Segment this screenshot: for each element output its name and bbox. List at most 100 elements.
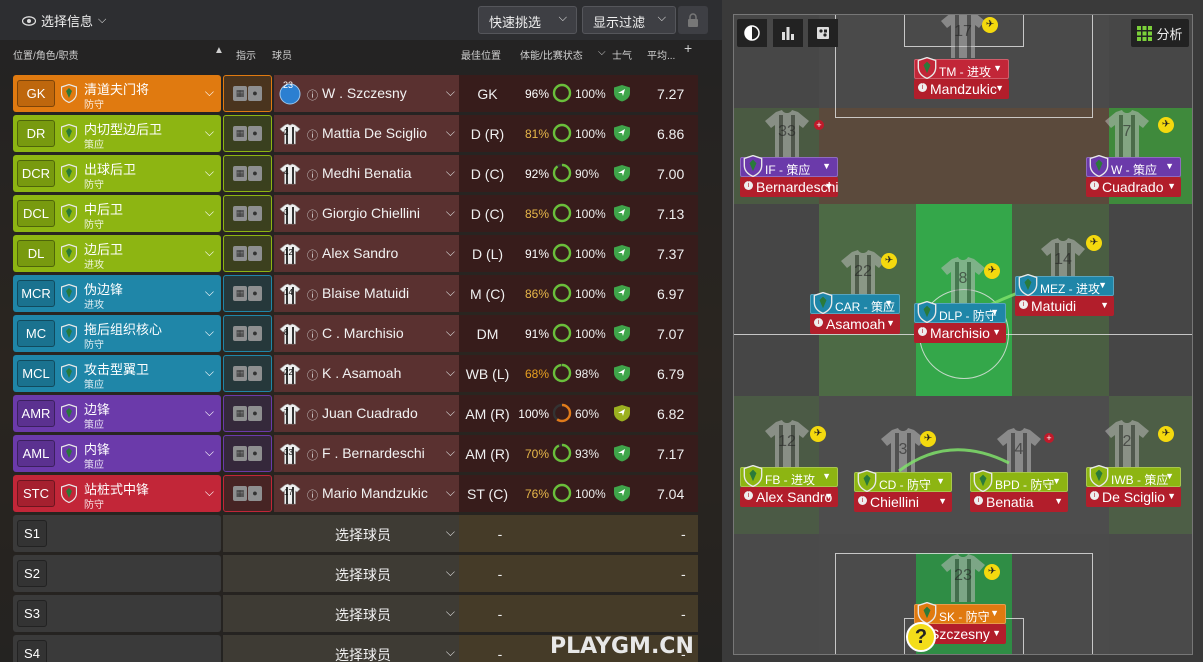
- analysis-button[interactable]: 分析: [1131, 19, 1189, 47]
- player-instructions-button[interactable]: ▦ ●: [223, 275, 272, 312]
- info-icon[interactable]: i: [744, 491, 753, 500]
- select-player-dropdown[interactable]: 选择球员 ⌵: [223, 635, 459, 662]
- pitch-player-selector[interactable]: i Marchisio ▼: [914, 323, 1006, 343]
- pitch-player-card[interactable]: IWB - 策应 ▼ i De Sciglio ▼: [1086, 464, 1181, 507]
- col-position[interactable]: 位置/角色/职责: [13, 47, 79, 62]
- player-selector[interactable]: 14 ⓘ Blaise Matuidi ⌵: [274, 275, 459, 312]
- lock-button[interactable]: [678, 6, 708, 34]
- role-selector[interactable]: DR 内切型边后卫 策应 ⌵: [13, 115, 221, 152]
- info-icon[interactable]: i: [814, 318, 823, 327]
- col-player[interactable]: 球员: [272, 47, 292, 62]
- select-info-button[interactable]: 选择信息 ⌵: [22, 11, 106, 30]
- role-selector[interactable]: MC 拖后组织核心 防守 ⌵: [13, 315, 221, 352]
- add-column-icon[interactable]: +: [684, 40, 692, 56]
- board-view-button[interactable]: [808, 19, 838, 47]
- col-condition[interactable]: 体能/比赛状态: [520, 47, 583, 62]
- pitch-player-selector[interactable]: i Alex Sandro ▼: [740, 487, 838, 507]
- info-icon[interactable]: i: [858, 496, 867, 505]
- player-instructions-button[interactable]: ▦ ●: [223, 315, 272, 352]
- info-icon[interactable]: ⓘ: [307, 167, 318, 183]
- pitch-role-selector[interactable]: FB - 进攻 ▼: [740, 464, 838, 488]
- player-selector[interactable]: 3 ⓘ Giorgio Chiellini ⌵: [274, 195, 459, 232]
- pitch-role-selector[interactable]: SK - 防守 ▼: [914, 601, 1006, 625]
- pitch-player-card[interactable]: TM - 进攻 ▼ i Mandzukic ▼: [914, 56, 1009, 99]
- role-selector[interactable]: GK 清道夫门将 防守 ⌵: [13, 75, 221, 112]
- info-icon[interactable]: i: [974, 496, 983, 505]
- info-icon[interactable]: i: [1019, 300, 1028, 309]
- col-instructions[interactable]: 指示: [236, 47, 256, 62]
- select-player-dropdown[interactable]: 选择球员 ⌵: [223, 555, 459, 592]
- select-player-dropdown[interactable]: 选择球员 ⌵: [223, 515, 459, 552]
- role-selector[interactable]: DCR 出球后卫 防守 ⌵: [13, 155, 221, 192]
- player-instructions-button[interactable]: ▦ ●: [223, 75, 272, 112]
- player-selector[interactable]: 2 ⓘ Mattia De Sciglio ⌵: [274, 115, 459, 152]
- pitch-player-selector[interactable]: i De Sciglio ▼: [1086, 487, 1181, 507]
- info-icon[interactable]: i: [1090, 491, 1099, 500]
- help-button[interactable]: ?: [906, 622, 936, 652]
- info-icon[interactable]: i: [918, 327, 927, 336]
- pitch-player-selector[interactable]: i Bernardeschi ▼: [740, 177, 839, 197]
- pitch-player-card[interactable]: CD - 防守 ▼ i Chiellini ▼: [854, 469, 952, 512]
- player-selector[interactable]: 17 ⓘ Mario Mandzukic ⌵: [274, 475, 459, 512]
- role-selector[interactable]: MCL 攻击型翼卫 策应 ⌵: [13, 355, 221, 392]
- col-best-position[interactable]: 最佳位置: [461, 47, 501, 62]
- info-icon[interactable]: i: [744, 181, 753, 190]
- info-icon[interactable]: ⓘ: [307, 207, 318, 223]
- display-filter-dropdown[interactable]: 显示过滤 ⌵: [582, 6, 676, 34]
- col-average[interactable]: 平均...: [647, 47, 675, 62]
- player-instructions-button[interactable]: ▦ ●: [223, 355, 272, 392]
- player-selector[interactable]: 4 ⓘ Medhi Benatia ⌵: [274, 155, 459, 192]
- role-selector[interactable]: AMR 边锋 策应 ⌵: [13, 395, 221, 432]
- info-icon[interactable]: ⓘ: [307, 367, 318, 383]
- player-selector[interactable]: 23 ⓘ W . Szczesny ⌵: [274, 75, 459, 112]
- quick-pick-dropdown[interactable]: 快速挑选 ⌵: [478, 6, 577, 34]
- info-icon[interactable]: ⓘ: [307, 487, 318, 503]
- info-icon[interactable]: ⓘ: [307, 87, 318, 103]
- info-icon[interactable]: ⓘ: [307, 407, 318, 423]
- player-instructions-button[interactable]: ▦ ●: [223, 475, 272, 512]
- player-instructions-button[interactable]: ▦ ●: [223, 235, 272, 272]
- role-selector[interactable]: MCR 伪边锋 进攻 ⌵: [13, 275, 221, 312]
- pitch-role-selector[interactable]: BPD - 防守 ▼: [970, 469, 1068, 493]
- pitch-role-selector[interactable]: W - 策应 ▼: [1086, 154, 1181, 178]
- pitch-role-selector[interactable]: DLP - 防守 ▼: [914, 300, 1006, 324]
- pitch-player-card[interactable]: DLP - 防守 ▼ i Marchisio ▼: [914, 300, 1006, 343]
- theme-toggle-button[interactable]: [737, 19, 767, 47]
- player-instructions-button[interactable]: ▦ ●: [223, 435, 272, 472]
- info-icon[interactable]: ⓘ: [307, 287, 318, 303]
- role-selector[interactable]: STC 站桩式中锋 防守 ⌵: [13, 475, 221, 512]
- role-selector[interactable]: DCL 中后卫 防守 ⌵: [13, 195, 221, 232]
- pitch-player-selector[interactable]: i Matuidi ▼: [1015, 296, 1114, 316]
- pitch-role-selector[interactable]: IF - 策应 ▼: [740, 154, 838, 178]
- pitch-role-selector[interactable]: CAR - 策应 ▼: [810, 291, 900, 315]
- pitch-player-selector[interactable]: i Asamoah ▼: [810, 314, 900, 334]
- pitch-player-card[interactable]: CAR - 策应 ▼ i Asamoah ▼: [810, 291, 900, 334]
- pitch-player-selector[interactable]: i Benatia ▼: [970, 492, 1068, 512]
- select-player-dropdown[interactable]: 选择球员 ⌵: [223, 595, 459, 632]
- player-instructions-button[interactable]: ▦ ●: [223, 395, 272, 432]
- pitch-role-selector[interactable]: IWB - 策应 ▼: [1086, 464, 1181, 488]
- pitch-player-card[interactable]: W - 策应 ▼ i Cuadrado ▼: [1086, 154, 1181, 197]
- player-instructions-button[interactable]: ▦ ●: [223, 155, 272, 192]
- pitch-player-selector[interactable]: i Chiellini ▼: [854, 492, 952, 512]
- pitch-player-card[interactable]: MEZ - 进攻 ▼ i Matuidi ▼: [1015, 273, 1114, 316]
- pitch-player-card[interactable]: IF - 策应 ▼ i Bernardeschi ▼: [740, 154, 839, 197]
- pitch-player-card[interactable]: BPD - 防守 ▼ i Benatia ▼: [970, 469, 1068, 512]
- player-selector[interactable]: 33 ⓘ F . Bernardeschi ⌵: [274, 435, 459, 472]
- stats-view-button[interactable]: [773, 19, 803, 47]
- player-selector[interactable]: 8 ⓘ C . Marchisio ⌵: [274, 315, 459, 352]
- player-selector[interactable]: 22 ⓘ K . Asamoah ⌵: [274, 355, 459, 392]
- info-icon[interactable]: ⓘ: [307, 327, 318, 343]
- player-instructions-button[interactable]: ▦ ●: [223, 115, 272, 152]
- role-selector[interactable]: AML 内锋 策应 ⌵: [13, 435, 221, 472]
- role-selector[interactable]: DL 边后卫 进攻 ⌵: [13, 235, 221, 272]
- info-icon[interactable]: i: [1090, 181, 1099, 190]
- info-icon[interactable]: i: [918, 83, 927, 92]
- info-icon[interactable]: ⓘ: [307, 447, 318, 463]
- info-icon[interactable]: ⓘ: [307, 247, 318, 263]
- pitch-player-selector[interactable]: i Mandzukic ▼: [914, 79, 1009, 99]
- pitch-role-selector[interactable]: MEZ - 进攻 ▼: [1015, 273, 1114, 297]
- player-selector[interactable]: 7 ⓘ Juan Cuadrado ⌵: [274, 395, 459, 432]
- pitch-player-card[interactable]: FB - 进攻 ▼ i Alex Sandro ▼: [740, 464, 838, 507]
- pitch-role-selector[interactable]: CD - 防守 ▼: [854, 469, 952, 493]
